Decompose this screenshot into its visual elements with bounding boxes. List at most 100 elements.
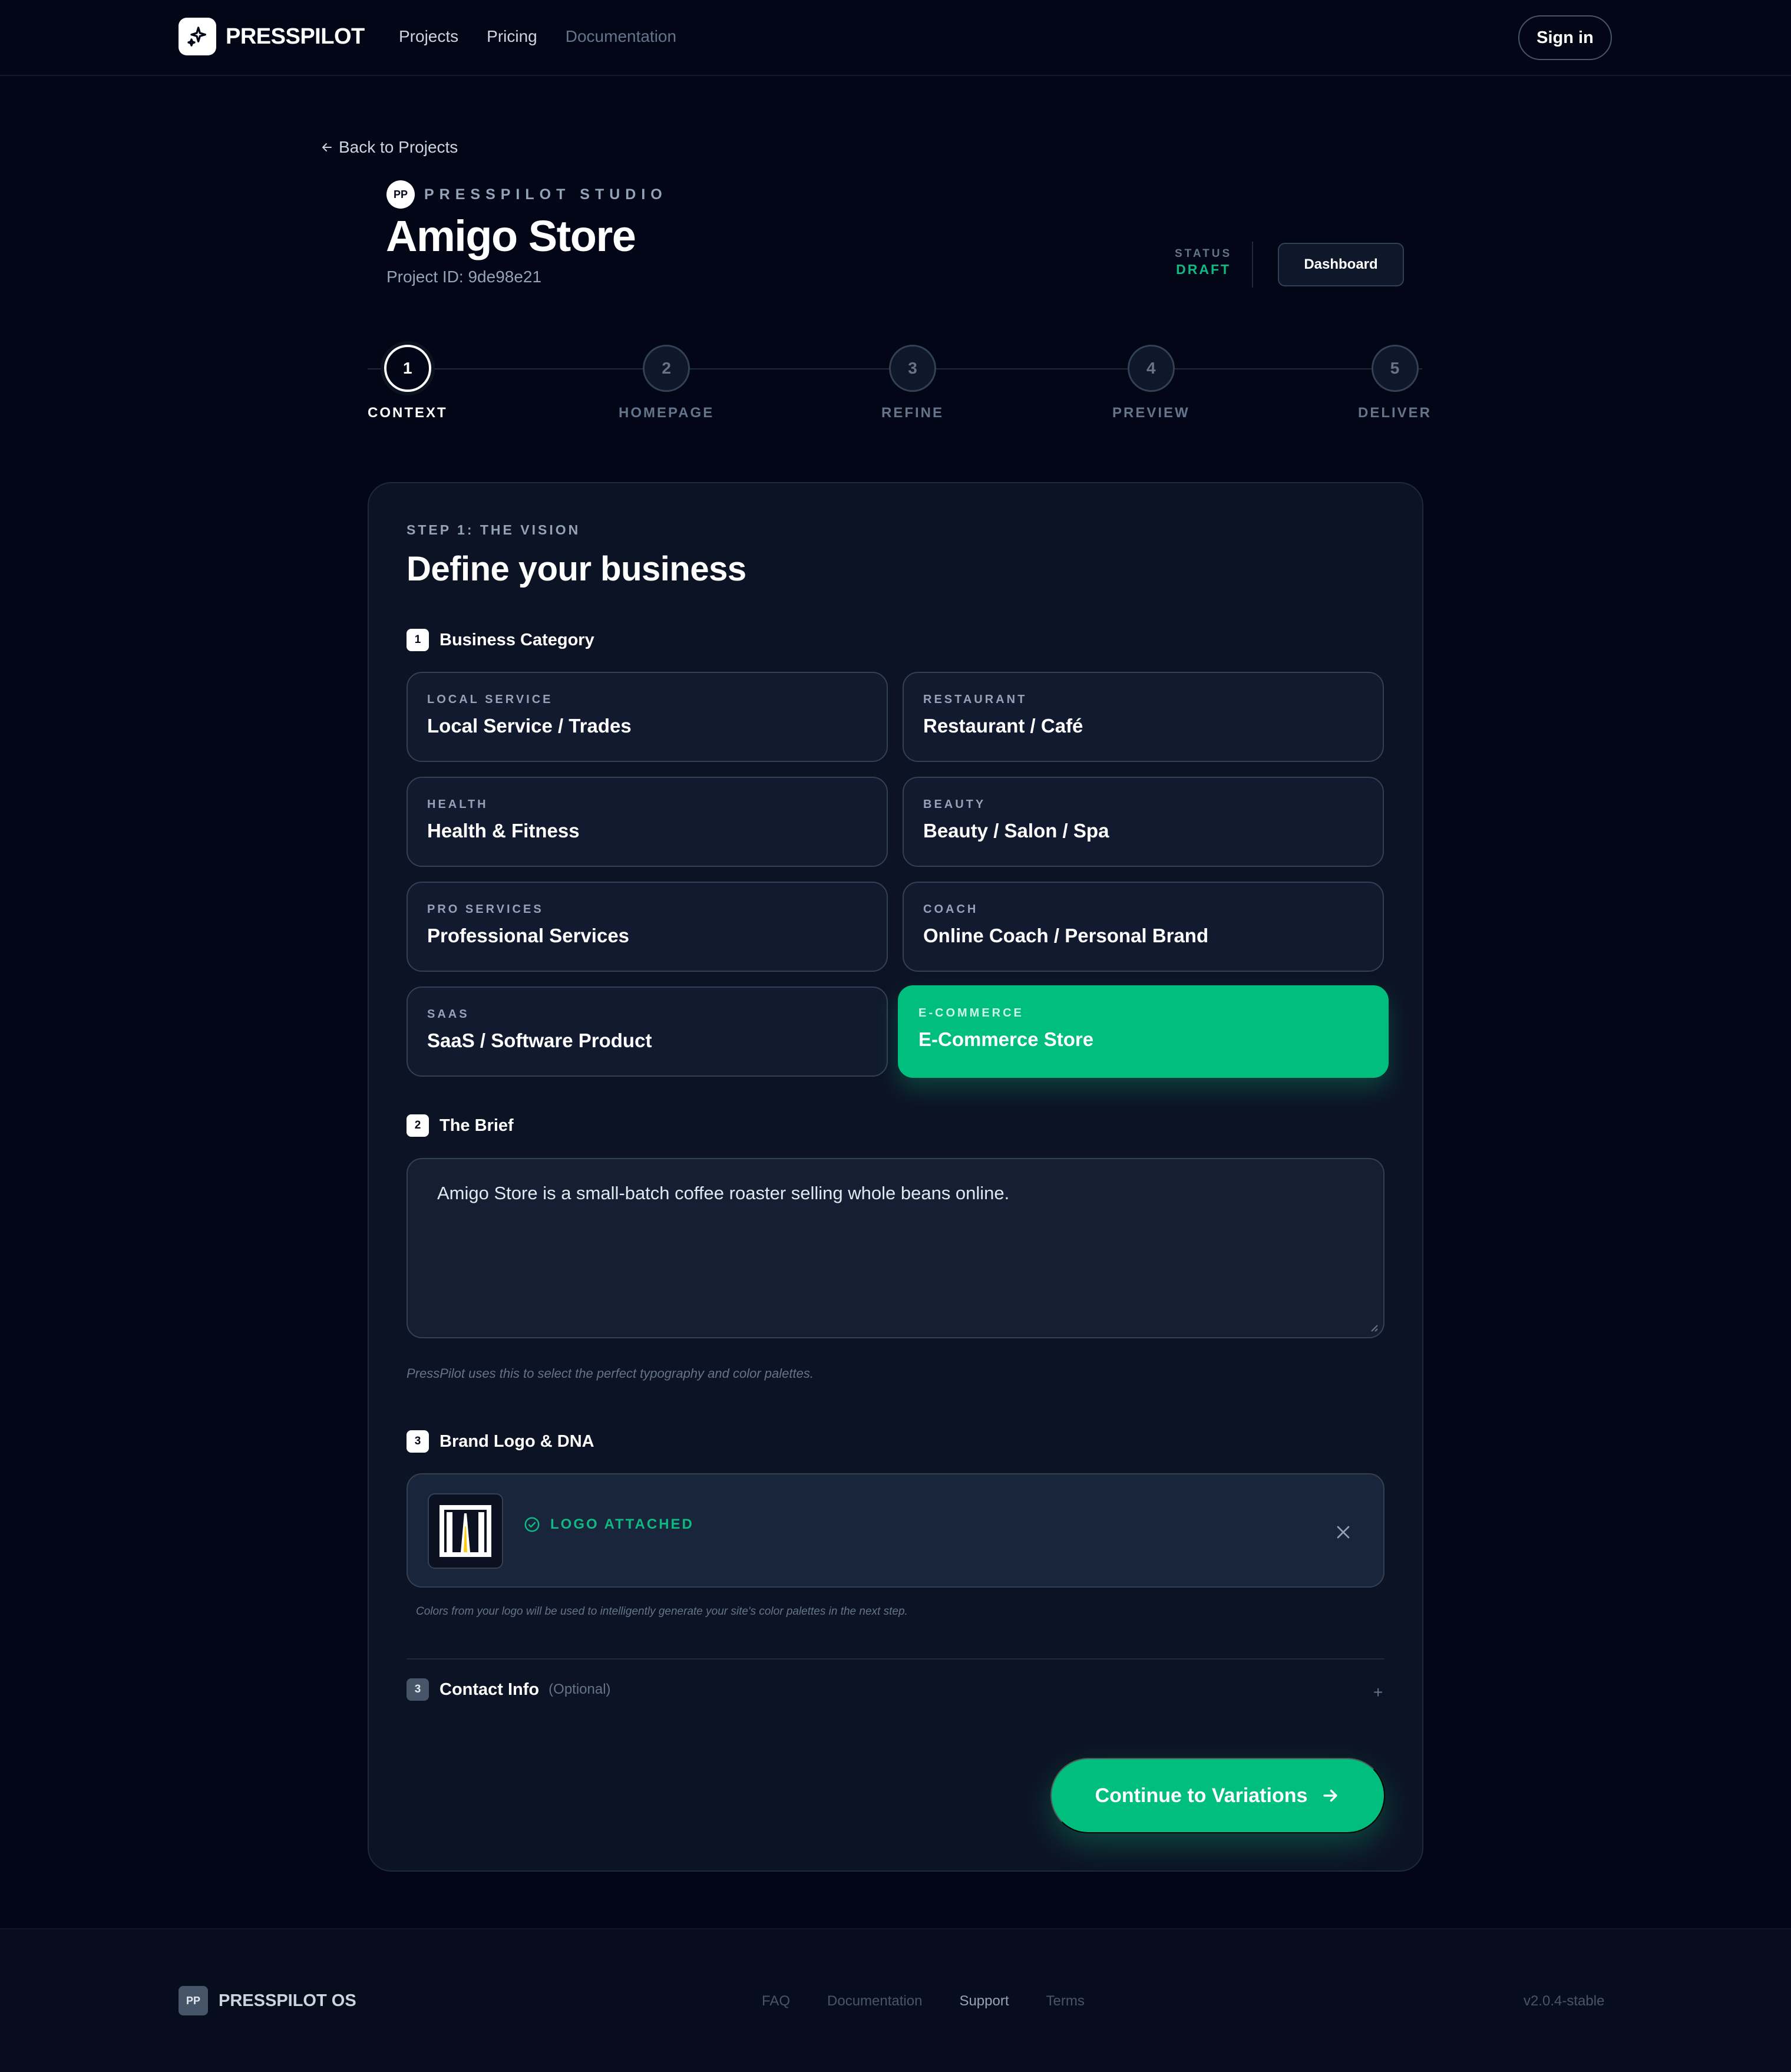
- step-label: PREVIEW: [1112, 405, 1190, 421]
- back-label: Back to Projects: [339, 138, 458, 156]
- category-title: Local Service / Trades: [427, 715, 632, 737]
- step-number: 1: [384, 345, 431, 392]
- brief-hint: PressPilot uses this to select the perfe…: [407, 1366, 814, 1381]
- status-block: STATUS DRAFT: [1175, 248, 1232, 278]
- section-title: The Brief: [440, 1116, 514, 1135]
- step-number: 4: [1127, 345, 1175, 392]
- optional-tag: (Optional): [548, 1681, 611, 1697]
- category-kicker: RESTAURANT: [923, 693, 1027, 706]
- nav-link-documentation[interactable]: Documentation: [566, 27, 676, 46]
- logo-attached-status: LOGO ATTACHED: [523, 1516, 694, 1533]
- section-number: 3: [407, 1678, 429, 1701]
- footer-links: FAQ Documentation Support Terms: [762, 1993, 1122, 2010]
- category-title: E-Commerce Store: [918, 1028, 1094, 1050]
- continue-button[interactable]: Continue to Variations: [1050, 1758, 1385, 1833]
- footer-link-documentation[interactable]: Documentation: [827, 1993, 922, 2010]
- studio-badge: PP: [386, 180, 415, 209]
- step-deliver[interactable]: 5 DELIVER: [1358, 345, 1432, 421]
- logo-hint: Colors from your logo will be used to in…: [416, 1605, 908, 1618]
- step-context[interactable]: 1 CONTEXT: [368, 345, 448, 421]
- step-label: CONTEXT: [368, 405, 448, 421]
- top-nav: PRESSPILOT Projects Pricing Documentatio…: [0, 0, 1791, 76]
- category-kicker: LOCAL SERVICE: [427, 693, 553, 706]
- category-beauty[interactable]: BEAUTY Beauty / Salon / Spa: [903, 777, 1384, 867]
- close-icon[interactable]: [1333, 1522, 1354, 1543]
- logo-attached-label: LOGO ATTACHED: [550, 1516, 694, 1532]
- nav-link-projects[interactable]: Projects: [399, 27, 458, 46]
- brand-name: PRESSPILOT: [226, 24, 365, 49]
- section-title: Contact Info: [440, 1680, 540, 1699]
- logo-image-icon: [437, 1503, 494, 1559]
- category-title: Online Coach / Personal Brand: [923, 925, 1209, 946]
- section-number: 3: [407, 1430, 429, 1453]
- footer-link-terms[interactable]: Terms: [1046, 1993, 1085, 2010]
- nav-link-pricing[interactable]: Pricing: [487, 27, 537, 46]
- arrow-right-icon: [1323, 1789, 1338, 1802]
- section-brief: 2 The Brief: [407, 1114, 514, 1137]
- category-title: Health & Fitness: [427, 820, 580, 842]
- divider: [1252, 242, 1253, 288]
- dashboard-button[interactable]: Dashboard: [1278, 243, 1404, 286]
- footer-brand[interactable]: PP PRESSPILOT OS: [179, 1986, 356, 2015]
- brand-logo[interactable]: PRESSPILOT: [179, 18, 365, 55]
- step-number: 2: [643, 345, 690, 392]
- step-refine[interactable]: 3 REFINE: [881, 345, 944, 421]
- category-kicker: HEALTH: [427, 798, 488, 811]
- section-business-category: 1 Business Category: [407, 629, 594, 651]
- footer-brand-name: PRESSPILOT OS: [219, 1991, 356, 2010]
- category-title: Professional Services: [427, 925, 630, 946]
- section-title: Brand Logo & DNA: [440, 1431, 594, 1451]
- brief-textarea[interactable]: Amigo Store is a small-batch coffee roas…: [407, 1158, 1384, 1338]
- step-number: 3: [889, 345, 936, 392]
- studio-label: PRESSPILOT STUDIO: [424, 186, 668, 203]
- brief-value: Amigo Store is a small-batch coffee roas…: [437, 1183, 1010, 1203]
- plus-icon[interactable]: +: [1373, 1683, 1383, 1702]
- check-circle-icon: [524, 1517, 540, 1532]
- logo-upload-box: LOGO ATTACHED: [407, 1473, 1384, 1588]
- status-badge: DRAFT: [1176, 262, 1231, 277]
- category-restaurant[interactable]: RESTAURANT Restaurant / Café: [903, 672, 1384, 762]
- sign-in-button[interactable]: Sign in: [1518, 15, 1612, 60]
- step-eyebrow: STEP 1: THE VISION: [407, 522, 581, 537]
- category-kicker: BEAUTY: [923, 798, 986, 811]
- project-id: Project ID: 9de98e21: [386, 268, 542, 286]
- section-title: Business Category: [440, 630, 594, 649]
- status-label: STATUS: [1175, 248, 1232, 260]
- footer-link-support[interactable]: Support: [959, 1993, 1009, 2010]
- step-homepage[interactable]: 2 HOMEPAGE: [619, 345, 714, 421]
- category-title: Restaurant / Café: [923, 715, 1083, 737]
- section-brand-logo: 3 Brand Logo & DNA: [407, 1430, 594, 1453]
- step-label: DELIVER: [1358, 405, 1432, 421]
- step-label: HOMEPAGE: [619, 405, 715, 421]
- project-title: Amigo Store: [386, 212, 636, 260]
- category-kicker: E-COMMERCE: [918, 1007, 1024, 1019]
- category-title: SaaS / Software Product: [427, 1030, 652, 1051]
- version-label: v2.0.4-stable: [1524, 1993, 1605, 2009]
- category-health[interactable]: HEALTH Health & Fitness: [407, 777, 888, 867]
- category-local-service[interactable]: LOCAL SERVICE Local Service / Trades: [407, 672, 888, 762]
- section-number: 1: [407, 629, 429, 651]
- step-preview[interactable]: 4 PREVIEW: [1112, 345, 1190, 421]
- logo-thumbnail: [428, 1493, 503, 1569]
- back-to-projects-link[interactable]: Back to Projects: [320, 138, 458, 157]
- category-ecommerce[interactable]: E-COMMERCE E-Commerce Store: [898, 985, 1389, 1078]
- section-number: 2: [407, 1114, 429, 1137]
- section-contact-info[interactable]: 3 Contact Info (Optional): [407, 1678, 611, 1701]
- nav-links: Projects Pricing Documentation: [399, 27, 705, 46]
- category-kicker: SAAS: [427, 1008, 470, 1021]
- studio-header: PP PRESSPILOT STUDIO: [386, 180, 668, 209]
- footer-badge: PP: [179, 1986, 208, 2015]
- resize-handle-icon[interactable]: [1368, 1322, 1379, 1332]
- category-coach[interactable]: COACH Online Coach / Personal Brand: [903, 882, 1384, 972]
- category-saas[interactable]: SAAS SaaS / Software Product: [407, 986, 888, 1077]
- divider: [407, 1658, 1384, 1659]
- sparkle-icon: [179, 18, 216, 55]
- arrow-left-icon: [322, 143, 332, 151]
- category-kicker: PRO SERVICES: [427, 903, 544, 916]
- step-number: 5: [1371, 345, 1419, 392]
- category-title: Beauty / Salon / Spa: [923, 820, 1109, 842]
- category-pro-services[interactable]: PRO SERVICES Professional Services: [407, 882, 888, 972]
- card-title: Define your business: [407, 550, 746, 588]
- step-label: REFINE: [881, 405, 944, 421]
- footer-link-faq[interactable]: FAQ: [762, 1993, 790, 2010]
